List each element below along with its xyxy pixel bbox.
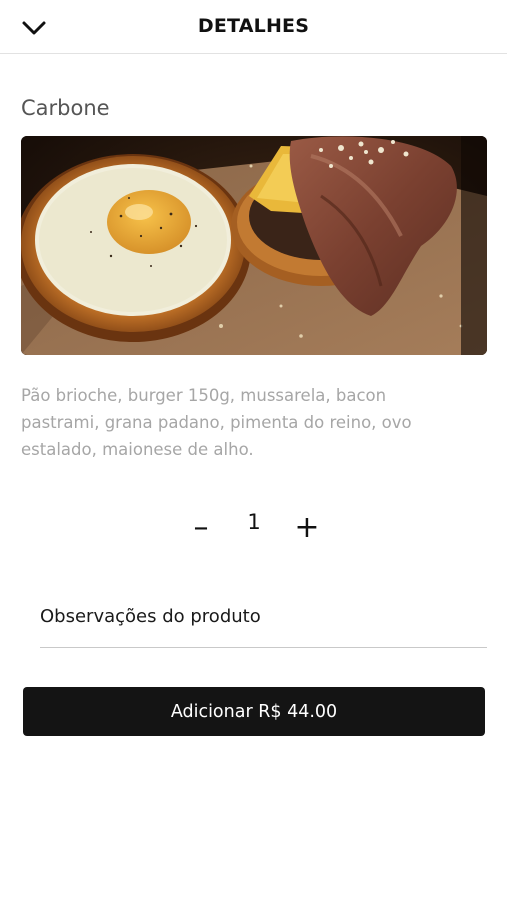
- product-notes-label: Observações do produto: [40, 606, 261, 627]
- add-to-cart-label: Adicionar R$ 44.00: [170, 701, 338, 722]
- product-image: [21, 136, 487, 355]
- product-notes-field[interactable]: Observações do produto: [40, 598, 487, 648]
- product-name: Carbone: [21, 96, 110, 120]
- page-title: DETALHES: [197, 15, 310, 37]
- decrease-quantity-button[interactable]: –: [184, 508, 218, 548]
- add-to-cart-button[interactable]: Adicionar R$ 44.00: [23, 687, 485, 736]
- product-description: Pão brioche, burger 150g, mussarela, bac…: [21, 386, 412, 459]
- increase-quantity-button[interactable]: +: [290, 508, 324, 548]
- header: DETALHES: [0, 0, 507, 54]
- quantity-value: 1: [247, 510, 261, 534]
